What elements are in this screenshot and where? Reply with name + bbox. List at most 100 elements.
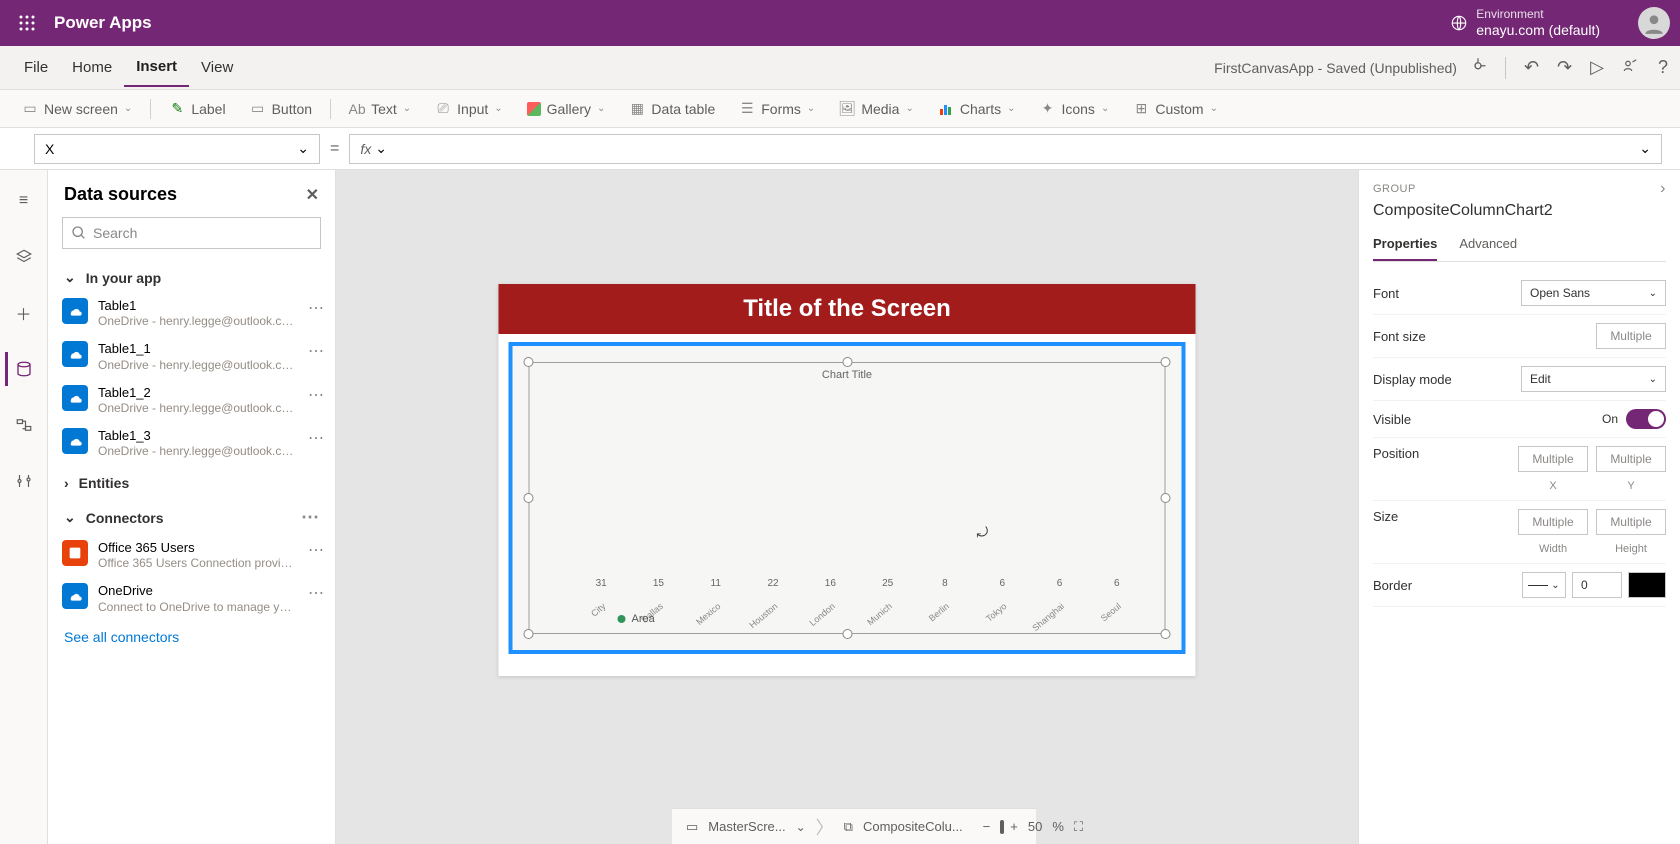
data-sources-icon[interactable] [5,352,39,386]
menu-insert[interactable]: Insert [124,48,189,87]
data-source-item[interactable]: Table1_3OneDrive - henry.legge@outlook.c… [48,422,335,465]
settings-icon[interactable] [7,464,41,498]
screen-icon: ▭ [686,819,698,835]
close-icon[interactable]: ✕ [306,185,319,205]
connector-item[interactable]: Office 365 UsersOffice 365 Users Connect… [48,534,335,577]
font-select[interactable]: Open Sans⌄ [1521,280,1666,306]
section-in-your-app[interactable]: ⌄ In your app [48,259,335,292]
resize-handle[interactable] [1161,629,1171,639]
resize-handle[interactable] [524,493,534,503]
layers-icon[interactable] [7,240,41,274]
chevron-down-icon[interactable]: ⌄ [796,820,806,834]
chevron-right-icon[interactable]: › [1660,180,1666,198]
size-label: Size [1373,509,1398,524]
panel-title: Data sources [64,184,177,205]
more-icon[interactable]: ⋯ [308,583,324,603]
property-selector[interactable]: X⌄ [34,134,320,164]
user-avatar[interactable] [1638,7,1670,39]
data-source-name: Table1_2 [98,385,298,401]
redo-icon[interactable]: ↷ [1557,57,1572,78]
new-screen-button[interactable]: ▭New screen⌄ [12,97,142,121]
position-x-input[interactable] [1518,446,1588,472]
menu-home[interactable]: Home [60,49,124,86]
data-source-item[interactable]: Table1_2OneDrive - henry.legge@outlook.c… [48,379,335,422]
breadcrumb-screen[interactable]: MasterScre... [708,819,785,834]
play-icon[interactable]: ▷ [1590,57,1604,78]
tab-properties[interactable]: Properties [1373,230,1437,261]
menu-view[interactable]: View [189,49,245,86]
screen-title: Title of the Screen [499,284,1196,334]
chart-bar: 31 City [574,578,629,593]
resize-handle[interactable] [524,629,534,639]
icons-button[interactable]: ✦Icons⌄ [1029,97,1119,121]
button-button[interactable]: ▭Button [240,97,322,121]
canvas-stage[interactable]: Title of the Screen Chart Title 31 City … [499,284,1196,676]
add-icon[interactable]: ＋ [7,296,41,330]
help-icon[interactable]: ? [1658,57,1668,78]
size-width-input[interactable] [1518,509,1588,535]
fit-screen-icon[interactable]: ⛶ [1074,819,1083,835]
resize-handle[interactable] [1161,493,1171,503]
border-color-picker[interactable] [1628,572,1666,598]
more-icon[interactable]: ⋯ [308,540,324,560]
chevron-right-icon: › [64,475,69,491]
undo-icon[interactable]: ↶ [1524,57,1539,78]
charts-button[interactable]: Charts⌄ [928,97,1026,121]
app-checker-icon[interactable] [1469,56,1487,79]
resize-handle[interactable] [842,629,852,639]
resize-handle[interactable] [842,357,852,367]
zoom-unit: % [1052,819,1064,834]
resize-handle[interactable] [1161,357,1171,367]
visible-toggle[interactable] [1626,409,1666,429]
border-style-select[interactable]: ⌄ [1522,572,1566,598]
search-input[interactable]: Search [62,217,321,249]
data-source-sub: OneDrive - henry.legge@outlook.com [98,358,298,373]
size-height-input[interactable] [1596,509,1666,535]
chart-bar: 8 Berlin [917,578,972,593]
environment-selector[interactable]: Environment enayu.com (default) [1450,8,1600,38]
data-source-item[interactable]: Table1_1OneDrive - henry.legge@outlook.c… [48,335,335,378]
display-mode-select[interactable]: Edit⌄ [1521,366,1666,392]
app-launcher-icon[interactable] [10,6,44,40]
custom-button[interactable]: ⊞Custom⌄ [1123,97,1228,121]
tree-view-icon[interactable]: ≡ [7,184,41,218]
chart-control[interactable]: Chart Title 31 City 15 Dallas 11 Mexico … [509,342,1186,654]
media-button[interactable]: 🖼Media⌄ [829,97,924,121]
see-all-connectors-link[interactable]: See all connectors [48,621,335,653]
border-width-input[interactable] [1572,572,1622,598]
data-source-name: Table1_1 [98,341,298,357]
connector-item[interactable]: OneDriveConnect to OneDrive to manage yo… [48,577,335,620]
zoom-in-button[interactable]: + [1010,819,1018,834]
section-connectors[interactable]: ⌄ Connectors ⋯ [48,497,335,534]
connector-name: OneDrive [98,583,298,599]
more-icon[interactable]: ⋯ [301,507,319,528]
more-icon[interactable]: ⋯ [308,341,324,361]
section-entities[interactable]: › Entities [48,465,335,497]
data-source-item[interactable]: Table1OneDrive - henry.legge@outlook.com… [48,292,335,335]
formula-input[interactable]: fx⌄⌄ [349,134,1662,164]
forms-button[interactable]: ☰Forms⌄ [729,97,825,121]
share-icon[interactable] [1622,56,1640,79]
position-y-input[interactable] [1596,446,1666,472]
more-icon[interactable]: ⋯ [308,298,324,318]
connector-sub: Office 365 Users Connection provider let… [98,556,298,571]
font-size-input[interactable] [1596,323,1666,349]
connected-icon[interactable] [7,408,41,442]
chevron-down-icon: ⌄ [64,269,76,286]
input-button[interactable]: ⎚Input⌄ [425,97,513,121]
chart-bar: 25 Munich [860,578,915,593]
data-source-name: Table1 [98,298,298,314]
data-table-button[interactable]: ▦Data table [619,97,725,121]
menu-file[interactable]: File [12,49,60,86]
label-button[interactable]: ✎Label [159,97,235,121]
gallery-button[interactable]: Gallery⌄ [517,97,616,121]
resize-handle[interactable] [524,357,534,367]
tab-advanced[interactable]: Advanced [1459,230,1517,261]
data-source-sub: OneDrive - henry.legge@outlook.com [98,401,298,416]
more-icon[interactable]: ⋯ [308,385,324,405]
text-button[interactable]: AbText⌄ [339,97,421,121]
zoom-out-button[interactable]: − [983,819,991,834]
breadcrumb-component[interactable]: CompositeColu... [863,819,963,834]
more-icon[interactable]: ⋯ [308,428,324,448]
chevron-down-icon: ⌄ [64,509,76,526]
